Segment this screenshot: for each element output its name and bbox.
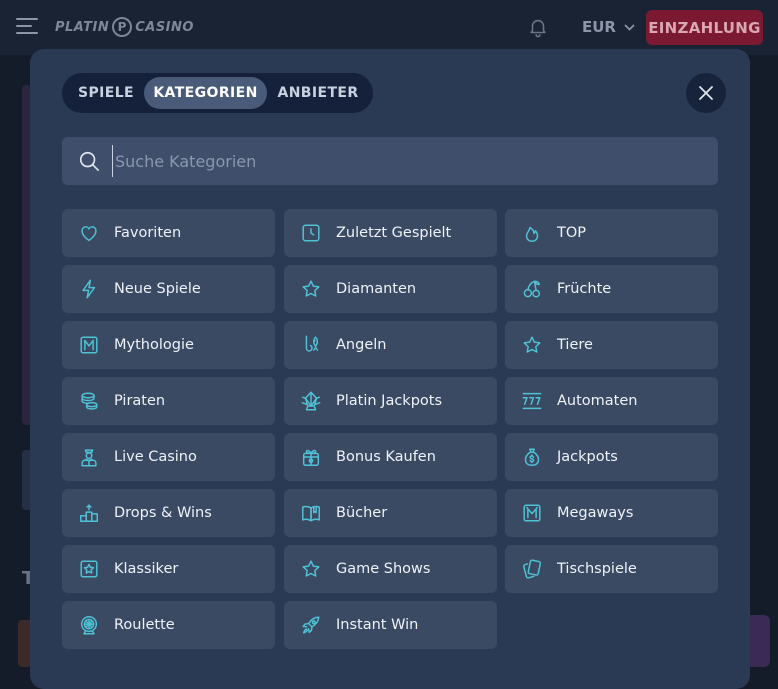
category-label: Platin Jackpots: [336, 393, 443, 409]
category-label: Favoriten: [114, 225, 182, 241]
flame-icon: [520, 221, 544, 245]
category-bonus-kaufen[interactable]: Bonus Kaufen: [284, 433, 497, 481]
category-label: Klassiker: [114, 561, 179, 577]
star-icon: [520, 333, 544, 357]
modal-tabs: SPIELE KATEGORIEN ANBIETER: [62, 73, 373, 113]
bell-icon[interactable]: [527, 16, 549, 38]
logo-text-left: PLATIN: [55, 19, 110, 35]
logo[interactable]: PLATIN P CASINO: [55, 16, 194, 38]
category-piraten[interactable]: Piraten: [62, 377, 275, 425]
star-square-icon: [77, 557, 101, 581]
tab-kategorien[interactable]: KATEGORIEN: [144, 77, 267, 109]
category-jackpots[interactable]: Jackpots: [505, 433, 718, 481]
category-label: Tischspiele: [557, 561, 637, 577]
category-label: Roulette: [114, 617, 175, 633]
search-box: [62, 137, 718, 185]
category-label: Piraten: [114, 393, 166, 409]
close-icon: [699, 86, 713, 100]
cherries-icon: [520, 277, 544, 301]
category-label: Neue Spiele: [114, 281, 201, 297]
category-automaten[interactable]: Automaten: [505, 377, 718, 425]
category-label: Diamanten: [336, 281, 417, 297]
categories-modal: SPIELE KATEGORIEN ANBIETER Favoriten Zule…: [30, 49, 750, 689]
category-label: Angeln: [336, 337, 387, 353]
category-label: Game Shows: [336, 561, 431, 577]
top-bar: PLATIN P CASINO EUR EINZAHLUNG: [0, 0, 778, 55]
tab-anbieter[interactable]: ANBIETER: [270, 77, 366, 109]
category-top[interactable]: TOP: [505, 209, 718, 257]
category-label: Live Casino: [114, 449, 197, 465]
megaways-icon: [520, 501, 544, 525]
category-tischspiele[interactable]: Tischspiele: [505, 545, 718, 593]
crystal-icon: [299, 389, 323, 413]
category-instant-win[interactable]: Instant Win: [284, 601, 497, 649]
category-früchte[interactable]: Früchte: [505, 265, 718, 313]
mythology-icon: [77, 333, 101, 357]
category-klassiker[interactable]: Klassiker: [62, 545, 275, 593]
category-label: Früchte: [557, 281, 612, 297]
rocket-icon: [299, 613, 323, 637]
category-label: Bücher: [336, 505, 388, 521]
roulette-icon: [77, 613, 101, 637]
tab-spiele[interactable]: SPIELE: [68, 77, 144, 109]
heart-icon: [77, 221, 101, 245]
gift-icon: [299, 445, 323, 469]
menu-icon[interactable]: [16, 18, 38, 36]
logo-mark: P: [112, 17, 133, 37]
category-zuletzt-gespielt[interactable]: Zuletzt Gespielt: [284, 209, 497, 257]
deposit-button[interactable]: EINZAHLUNG: [646, 10, 763, 45]
category-tiere[interactable]: Tiere: [505, 321, 718, 369]
fishing-icon: [299, 333, 323, 357]
coins-icon: [77, 389, 101, 413]
category-label: Mythologie: [114, 337, 194, 353]
lightning-icon: [77, 277, 101, 301]
star-icon: [299, 277, 323, 301]
currency-label: EUR: [582, 18, 616, 36]
podium-icon: [77, 501, 101, 525]
category-live-casino[interactable]: Live Casino: [62, 433, 275, 481]
search-icon: [79, 151, 99, 171]
clock-icon: [299, 221, 323, 245]
logo-text-right: CASINO: [135, 19, 194, 35]
category-label: Instant Win: [336, 617, 419, 633]
category-platin-jackpots[interactable]: Platin Jackpots: [284, 377, 497, 425]
category-label: Jackpots: [557, 449, 618, 465]
chevron-down-icon: [624, 23, 635, 31]
money-bag-icon: [520, 445, 544, 469]
category-favoriten[interactable]: Favoriten: [62, 209, 275, 257]
category-label: TOP: [557, 225, 587, 241]
category-angeln[interactable]: Angeln: [284, 321, 497, 369]
category-bücher[interactable]: Bücher: [284, 489, 497, 537]
currency-selector[interactable]: EUR: [582, 18, 635, 36]
category-label: Automaten: [557, 393, 638, 409]
slot-777-icon: [520, 389, 544, 413]
category-mythologie[interactable]: Mythologie: [62, 321, 275, 369]
category-roulette[interactable]: Roulette: [62, 601, 275, 649]
category-drops-and-wins[interactable]: Drops & Wins: [62, 489, 275, 537]
category-label: Bonus Kaufen: [336, 449, 436, 465]
category-label: Zuletzt Gespielt: [336, 225, 452, 241]
category-diamanten[interactable]: Diamanten: [284, 265, 497, 313]
close-button[interactable]: [686, 73, 726, 113]
dealer-icon: [77, 445, 101, 469]
category-label: Megaways: [557, 505, 634, 521]
cards-icon: [520, 557, 544, 581]
category-neue-spiele[interactable]: Neue Spiele: [62, 265, 275, 313]
category-game-shows[interactable]: Game Shows: [284, 545, 497, 593]
book-icon: [299, 501, 323, 525]
category-label: Drops & Wins: [114, 505, 212, 521]
category-label: Tiere: [557, 337, 593, 353]
search-input[interactable]: [112, 145, 702, 177]
category-megaways[interactable]: Megaways: [505, 489, 718, 537]
star-icon: [299, 557, 323, 581]
